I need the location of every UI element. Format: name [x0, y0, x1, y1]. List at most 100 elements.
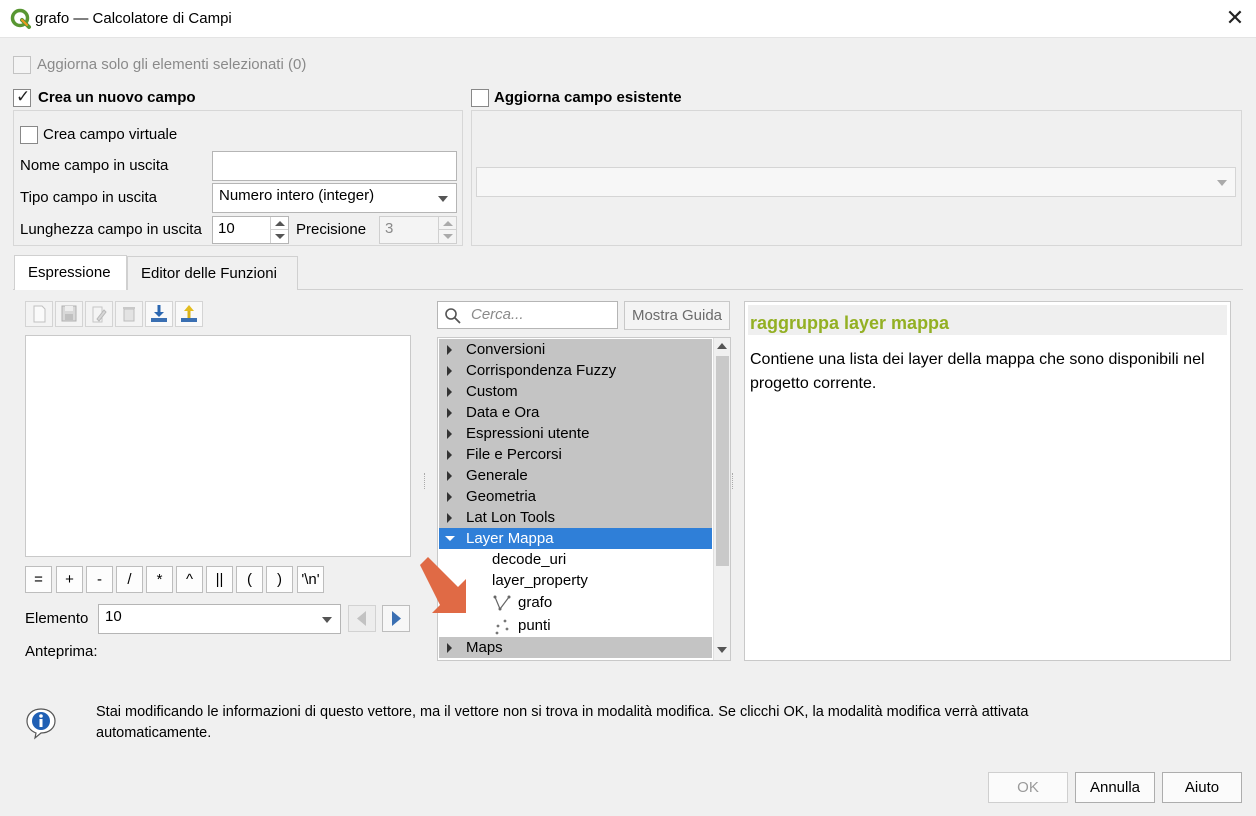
tree-group-file-percorsi[interactable]: File e Percorsi [439, 444, 712, 465]
create-new-field-checkbox[interactable]: ✓ [13, 87, 31, 107]
virtual-field-checkbox[interactable] [20, 126, 38, 144]
update-existing-field-checkbox[interactable] [471, 89, 489, 107]
expand-arrow-icon[interactable] [447, 643, 452, 653]
tree-item-label: decode_uri [492, 551, 567, 568]
tree-group-label: Custom [466, 383, 518, 400]
info-icon [26, 708, 56, 740]
tree-scrollbar[interactable] [713, 338, 730, 660]
spin-up-icon[interactable] [438, 217, 456, 230]
previous-feature-button[interactable] [348, 605, 376, 632]
help-title: raggruppa layer mappa [750, 313, 950, 333]
operator-minus-button[interactable]: - [86, 566, 113, 593]
tree-group-label: Corrispondenza Fuzzy [466, 362, 617, 379]
output-type-label: Tipo campo in uscita [20, 189, 158, 206]
point-layer-icon [495, 619, 509, 635]
precision-spinbox[interactable]: 3 [379, 216, 457, 244]
info-message: Stai modificando le informazioni di ques… [96, 702, 1236, 744]
tab-function-editor[interactable]: Editor delle Funzioni [127, 256, 298, 290]
expand-arrow-icon[interactable] [447, 492, 452, 502]
tree-item-label: punti [518, 617, 551, 634]
delete-icon[interactable] [115, 301, 143, 327]
operator-plus-button[interactable]: + [56, 566, 83, 593]
expand-arrow-icon[interactable] [447, 345, 452, 355]
expand-arrow-icon[interactable] [447, 366, 452, 376]
chevron-down-icon [438, 196, 448, 202]
tree-group-data-ora[interactable]: Data e Ora [439, 402, 712, 423]
tree-group-label: Data e Ora [466, 404, 540, 421]
new-file-icon[interactable] [25, 301, 53, 327]
expression-editor[interactable] [25, 335, 411, 557]
tree-item-label: layer_property [492, 572, 588, 589]
expand-arrow-icon[interactable] [447, 429, 452, 439]
tab-function-editor-label: Editor delle Funzioni [141, 265, 277, 282]
tab-expression[interactable]: Espressione [14, 255, 127, 290]
operator-open-paren-button[interactable]: ( [236, 566, 263, 593]
operator-equals-button[interactable]: = [25, 566, 52, 593]
splitter-handle[interactable] [424, 473, 426, 489]
operator-close-paren-button[interactable]: ) [266, 566, 293, 593]
tree-group-maps[interactable]: Maps [439, 637, 712, 658]
output-name-label: Nome campo in uscita [20, 157, 169, 174]
element-select[interactable]: 10 [98, 604, 341, 634]
annotation-arrow-icon [420, 557, 466, 613]
tree-group-geometria[interactable]: Geometria [439, 486, 712, 507]
help-button[interactable]: Aiuto [1162, 772, 1242, 803]
tree-group-espressioni-utente[interactable]: Espressioni utente [439, 423, 712, 444]
spin-up-icon[interactable] [270, 217, 288, 230]
edit-icon[interactable] [85, 301, 113, 327]
scroll-down-icon[interactable] [717, 646, 727, 654]
splitter-handle[interactable] [732, 473, 734, 489]
output-type-select[interactable]: Numero intero (integer) [212, 183, 457, 213]
expand-arrow-icon[interactable] [447, 387, 452, 397]
tree-group-label: Lat Lon Tools [466, 509, 555, 526]
arrow-left-icon [357, 611, 366, 626]
expand-arrow-icon[interactable] [447, 471, 452, 481]
cancel-button[interactable]: Annulla [1075, 772, 1155, 803]
output-length-label: Lunghezza campo in uscita [20, 221, 202, 238]
spin-down-icon[interactable] [270, 230, 288, 243]
operator-power-button[interactable]: ^ [176, 566, 203, 593]
operator-concat-button[interactable]: || [206, 566, 233, 593]
show-help-button[interactable]: Mostra Guida [624, 301, 730, 330]
update-selected-checkbox[interactable] [13, 56, 31, 74]
import-icon[interactable] [145, 301, 173, 327]
expand-arrow-icon[interactable] [447, 450, 452, 460]
tree-group-layer-mappa[interactable]: Layer Mappa [439, 528, 712, 549]
ok-button[interactable]: OK [988, 772, 1068, 803]
element-value: 10 [105, 608, 122, 625]
spin-down-icon[interactable] [438, 230, 456, 243]
update-existing-field-label: Aggiorna campo esistente [494, 89, 682, 106]
element-label: Elemento [25, 610, 89, 627]
tree-group-label: File e Percorsi [466, 446, 562, 463]
output-name-field[interactable] [212, 151, 457, 181]
function-tree[interactable]: Conversioni Corrispondenza Fuzzy Custom … [437, 337, 731, 661]
tree-group-label: Geometria [466, 488, 537, 505]
window-title: grafo — Calcolatore di Campi [35, 10, 232, 27]
output-length-spinbox[interactable]: 10 [212, 216, 289, 244]
tree-item-label: grafo [518, 594, 553, 611]
existing-field-select[interactable] [476, 167, 1236, 197]
tree-group-conversioni[interactable]: Conversioni [439, 339, 712, 360]
info-message-line2: automaticamente. [96, 725, 212, 741]
scroll-up-icon[interactable] [717, 342, 727, 350]
operator-divide-button[interactable]: / [116, 566, 143, 593]
search-input[interactable]: Cerca... [437, 301, 618, 329]
tree-group-custom[interactable]: Custom [439, 381, 712, 402]
scrollbar-thumb[interactable] [716, 356, 729, 566]
close-icon[interactable]: ✕ [1218, 2, 1252, 36]
tree-group-label: Conversioni [466, 341, 546, 358]
tab-expression-label: Espressione [28, 264, 111, 281]
operator-newline-button[interactable]: '\n' [297, 566, 324, 593]
help-body: Contiene una lista dei layer della mappa… [750, 351, 1205, 392]
tree-group-fuzzy[interactable]: Corrispondenza Fuzzy [439, 360, 712, 381]
expand-arrow-icon[interactable] [447, 513, 452, 523]
next-feature-button[interactable] [382, 605, 410, 632]
save-icon[interactable] [55, 301, 83, 327]
tree-group-lat-lon-tools[interactable]: Lat Lon Tools [439, 507, 712, 528]
line-layer-icon [493, 595, 511, 611]
collapse-arrow-icon[interactable] [445, 536, 455, 541]
tree-group-generale[interactable]: Generale [439, 465, 712, 486]
export-icon[interactable] [175, 301, 203, 327]
expand-arrow-icon[interactable] [447, 408, 452, 418]
operator-multiply-button[interactable]: * [146, 566, 173, 593]
